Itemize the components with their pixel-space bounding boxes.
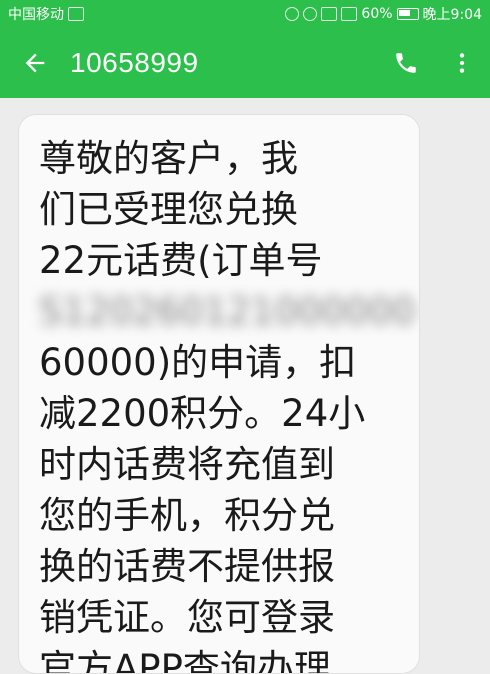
message-text: 尊敬的客户，我 们已受理您兑换 22元话费(订单号 S1202601210000… (19, 115, 419, 674)
eye-icon (303, 7, 318, 21)
message-line: 们已受理您兑换 (39, 188, 298, 231)
message-line: 您的手机，积分兑 (39, 494, 335, 537)
wifi-icon (321, 7, 338, 21)
message-line: 60000)的申请，扣 (39, 341, 357, 384)
conversation-title: 10658999 (70, 47, 199, 78)
arrow-left-icon (25, 53, 45, 73)
message-bubble[interactable]: 尊敬的客户，我 们已受理您兑换 22元话费(订单号 S1202601210000… (18, 114, 420, 674)
message-line-redacted: S120260121000000 (39, 290, 416, 333)
more-vert-icon (459, 53, 465, 73)
alarm-icon (285, 7, 300, 21)
status-bar: 中国移动 60% 晚上9:04 (0, 0, 490, 28)
call-button[interactable] (378, 28, 434, 98)
message-line: 尊敬的客户，我 (39, 137, 298, 180)
phone-icon (396, 53, 416, 73)
signal-icon (341, 7, 358, 21)
battery-percent: 60% (361, 6, 393, 22)
status-right: 60% 晚上9:04 (285, 4, 482, 24)
message-line: 销凭证。您可登录 (39, 596, 335, 639)
status-time: 晚上9:04 (422, 7, 482, 23)
battery-icon (396, 8, 419, 20)
message-line: 22元话费(订单号 (39, 239, 323, 282)
more-options-button[interactable] (434, 28, 490, 98)
status-left: 中国移动 (8, 4, 84, 24)
message-line: 换的话费不提供报 (39, 545, 335, 588)
app-bar: 10658999 (0, 28, 490, 98)
message-line: 减2200积分。24小 (39, 392, 366, 435)
message-line: 时内话费将充值到 (39, 443, 335, 486)
message-line: 官方APP查询办理 (39, 647, 331, 674)
conversation-area[interactable]: 尊敬的客户，我 们已受理您兑换 22元话费(订单号 S1202601210000… (0, 98, 490, 674)
back-button[interactable] (0, 28, 70, 98)
carrier-badge-icon (68, 7, 84, 21)
app-bar-actions (378, 28, 490, 98)
carrier-name: 中国移动 (8, 7, 64, 23)
